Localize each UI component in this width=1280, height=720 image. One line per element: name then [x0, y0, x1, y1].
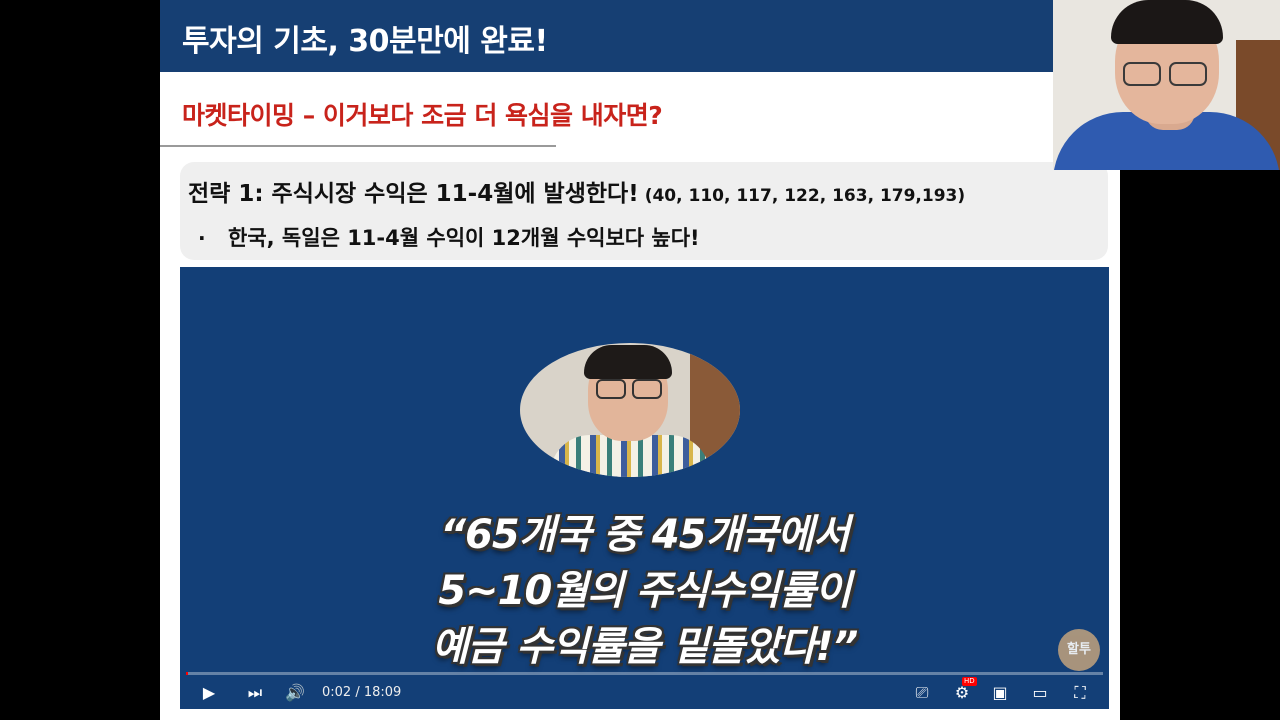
next-icon[interactable]: ⏭	[244, 683, 266, 703]
play-icon[interactable]: ▶	[198, 683, 220, 703]
progress-bar[interactable]	[186, 672, 1103, 675]
title-bar: 투자의 기초, 30분만에 완료!	[160, 0, 1120, 72]
channel-logo[interactable]: 할투	[1058, 629, 1100, 671]
volume-icon[interactable]: 🔊	[284, 683, 306, 703]
webcam-hair	[1111, 0, 1223, 44]
webcam-glasses-left	[1123, 62, 1161, 86]
slide-subtitle: 마켓타이밍 – 이거보다 조금 더 욕심을 내자면?	[182, 101, 663, 130]
quote-line-2: 5~10월의 주식수익률이	[438, 568, 851, 614]
strategy-box: 전략 1: 주식시장 수익은 11-4월에 발생한다! (40, 110, 117…	[180, 162, 1108, 260]
quote-line-1: “65개국 중 45개국에서	[440, 512, 850, 558]
hd-badge: HD	[962, 677, 977, 686]
embedded-video[interactable]: “65개국 중 45개국에서 5~10월의 주식수익률이 예금 수익률을 밑돌았…	[180, 267, 1109, 709]
bullet-text: 한국, 독일은 11-4월 수익이 12개월 수익보다 높다!	[228, 226, 700, 250]
strategy-heading: 전략 1: 주식시장 수익은 11-4월에 발생한다! (40, 110, 117…	[188, 174, 965, 208]
player-controls: ▶ ⏭ 🔊 0:02 / 18:09 ⎚ ⚙ HD ▣ ▭ ⛶	[180, 677, 1109, 709]
avatar-glasses-right	[632, 379, 662, 399]
slide: 투자의 기초, 30분만에 완료! 마켓타이밍 – 이거보다 조금 더 욕심을 …	[160, 0, 1120, 720]
progress-fill	[186, 672, 188, 675]
webcam-glasses-right	[1169, 62, 1207, 86]
quote-line-3: 예금 수익률을 밑돌았다!”	[431, 624, 859, 670]
slide-title: 투자의 기초, 30분만에 완료!	[182, 24, 548, 59]
time-display: 0:02 / 18:09	[322, 685, 402, 700]
avatar-shirt	[550, 435, 710, 477]
strategy-heading-text: 전략 1: 주식시장 수익은 11-4월에 발생한다!	[188, 181, 639, 207]
settings-icon[interactable]: ⚙ HD	[950, 677, 977, 703]
avatar-glasses-left	[596, 379, 626, 399]
theater-mode-icon[interactable]: ▭	[1028, 683, 1052, 703]
subtitle-underline	[160, 145, 556, 147]
presenter-webcam	[1053, 0, 1280, 170]
video-quote: “65개국 중 45개국에서 5~10월의 주식수익률이 예금 수익률을 밑돌았…	[180, 507, 1109, 675]
strategy-refs: (40, 110, 117, 122, 163, 179,193)	[644, 186, 966, 206]
fullscreen-icon[interactable]: ⛶	[1068, 683, 1092, 703]
avatar-hair	[584, 345, 672, 379]
bullet-marker: ·	[198, 226, 206, 250]
presenter-avatar	[520, 343, 740, 477]
subtitles-icon[interactable]: ⎚	[910, 683, 934, 703]
miniplayer-icon[interactable]: ▣	[988, 683, 1012, 703]
